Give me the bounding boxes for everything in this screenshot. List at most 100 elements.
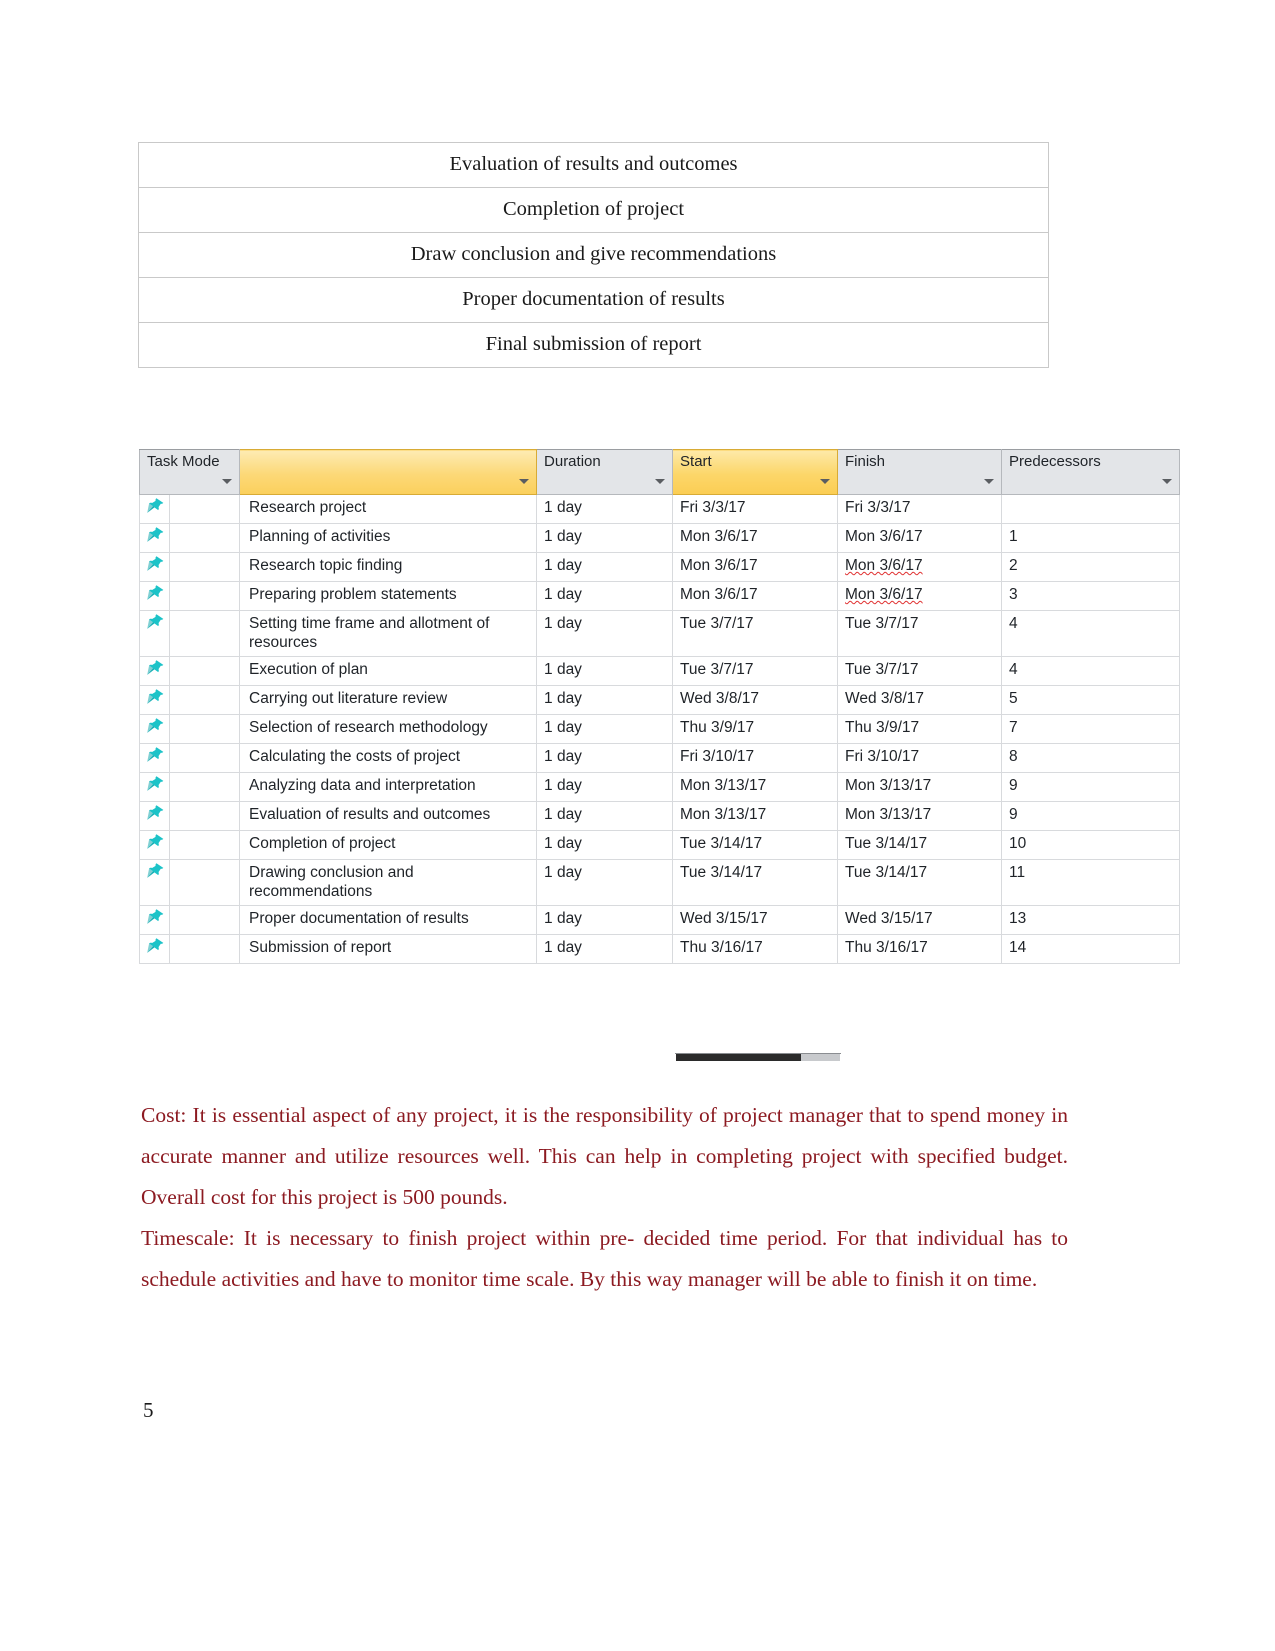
column-header-task-mode[interactable]: Task Mode [138, 449, 241, 495]
task-name-cell[interactable]: Execution of plan [239, 655, 538, 686]
task-mode-gutter[interactable] [168, 858, 241, 906]
task-name-cell[interactable]: Submission of report [239, 933, 538, 964]
task-mode-gutter[interactable] [168, 610, 241, 657]
task-mode-cell[interactable] [139, 771, 170, 802]
chevron-down-icon[interactable] [655, 479, 666, 484]
start-date-cell[interactable]: Wed 3/15/17 [672, 904, 839, 935]
predecessors-cell[interactable]: 5 [1001, 684, 1181, 715]
task-name-cell[interactable]: Research topic finding [239, 552, 538, 582]
predecessors-cell[interactable] [1001, 494, 1181, 524]
predecessors-cell[interactable]: 7 [1001, 713, 1181, 744]
task-mode-gutter[interactable] [168, 904, 241, 935]
table-row[interactable]: Proper documentation of results 1 day Wed … [139, 904, 1181, 935]
predecessors-cell[interactable]: 9 [1001, 771, 1181, 802]
table-row[interactable]: Submission of report 1 day Thu 3/16/17 Thu … [139, 933, 1181, 964]
task-name-cell[interactable]: Setting time frame and allotment of reso… [239, 610, 538, 657]
table-row[interactable]: Research project 1 day Fri 3/3/17 Fri 3/3/1… [139, 494, 1181, 524]
task-mode-cell[interactable] [139, 684, 170, 715]
duration-cell[interactable]: 1 day [536, 684, 674, 715]
column-header-finish[interactable]: Finish [837, 449, 1003, 495]
task-name-cell[interactable]: Proper documentation of results [239, 904, 538, 935]
table-row[interactable]: Analyzing data and interpretation 1 day Mo… [139, 771, 1181, 802]
start-date-cell[interactable]: Mon 3/13/17 [672, 800, 839, 831]
finish-date-cell[interactable]: Mon 3/6/17 [837, 581, 1003, 611]
task-mode-cell[interactable] [139, 581, 170, 611]
predecessors-cell[interactable]: 4 [1001, 610, 1181, 657]
duration-cell[interactable]: 1 day [536, 581, 674, 611]
task-mode-gutter[interactable] [168, 581, 241, 611]
predecessors-cell[interactable]: 13 [1001, 904, 1181, 935]
duration-cell[interactable]: 1 day [536, 771, 674, 802]
task-mode-cell[interactable] [139, 800, 170, 831]
scrollbar-thumb-secondary[interactable] [801, 1054, 840, 1061]
duration-cell[interactable]: 1 day [536, 552, 674, 582]
task-name-cell[interactable]: Drawing conclusion and recommendations [239, 858, 538, 906]
table-row[interactable]: Calculating the costs of project 1 day Fri… [139, 742, 1181, 773]
finish-date-cell[interactable]: Wed 3/15/17 [837, 904, 1003, 935]
duration-cell[interactable]: 1 day [536, 655, 674, 686]
task-mode-gutter[interactable] [168, 800, 241, 831]
task-mode-gutter[interactable] [168, 933, 241, 964]
column-header-start[interactable]: Start [672, 449, 839, 495]
finish-date-cell[interactable]: Mon 3/6/17 [837, 552, 1003, 582]
table-row[interactable]: Evaluation of results and outcomes 1 day M… [139, 800, 1181, 831]
predecessors-cell[interactable]: 3 [1001, 581, 1181, 611]
predecessors-cell[interactable]: 11 [1001, 858, 1181, 906]
chevron-down-icon[interactable] [222, 479, 233, 484]
task-mode-cell[interactable] [139, 655, 170, 686]
predecessors-cell[interactable]: 4 [1001, 655, 1181, 686]
duration-cell[interactable]: 1 day [536, 610, 674, 657]
predecessors-cell[interactable]: 9 [1001, 800, 1181, 831]
task-mode-cell[interactable] [139, 858, 170, 906]
predecessors-cell[interactable]: 10 [1001, 829, 1181, 860]
start-date-cell[interactable]: Thu 3/9/17 [672, 713, 839, 744]
task-mode-gutter[interactable] [168, 552, 241, 582]
duration-cell[interactable]: 1 day [536, 858, 674, 906]
finish-date-cell[interactable]: Fri 3/3/17 [837, 494, 1003, 524]
duration-cell[interactable]: 1 day [536, 829, 674, 860]
table-row[interactable]: Setting time frame and allotment of reso… [139, 610, 1181, 657]
task-mode-gutter[interactable] [168, 742, 241, 773]
table-row[interactable]: Execution of plan 1 day Tue 3/7/17 Tue 3/7/… [139, 655, 1181, 686]
duration-cell[interactable]: 1 day [536, 904, 674, 935]
finish-date-cell[interactable]: Tue 3/7/17 [837, 610, 1003, 657]
start-date-cell[interactable]: Mon 3/6/17 [672, 523, 839, 553]
duration-cell[interactable]: 1 day [536, 800, 674, 831]
task-mode-cell[interactable] [139, 742, 170, 773]
task-mode-cell[interactable] [139, 523, 170, 553]
scrollbar-thumb[interactable] [676, 1054, 801, 1061]
task-name-cell[interactable]: Completion of project [239, 829, 538, 860]
table-row[interactable]: Selection of research methodology 1 day Th… [139, 713, 1181, 744]
task-mode-cell[interactable] [139, 933, 170, 964]
finish-date-cell[interactable]: Mon 3/13/17 [837, 771, 1003, 802]
chevron-down-icon[interactable] [1162, 479, 1173, 484]
task-mode-gutter[interactable] [168, 771, 241, 802]
finish-date-cell[interactable]: Fri 3/10/17 [837, 742, 1003, 773]
task-mode-cell[interactable] [139, 829, 170, 860]
table-row[interactable]: Planning of activities 1 day Mon 3/6/17 Mon… [139, 523, 1181, 553]
task-mode-cell[interactable] [139, 713, 170, 744]
predecessors-cell[interactable]: 14 [1001, 933, 1181, 964]
start-date-cell[interactable]: Wed 3/8/17 [672, 684, 839, 715]
finish-date-cell[interactable]: Thu 3/9/17 [837, 713, 1003, 744]
duration-cell[interactable]: 1 day [536, 713, 674, 744]
task-name-cell[interactable]: Research project [239, 494, 538, 524]
duration-cell[interactable]: 1 day [536, 742, 674, 773]
predecessors-cell[interactable]: 1 [1001, 523, 1181, 553]
duration-cell[interactable]: 1 day [536, 933, 674, 964]
task-mode-gutter[interactable] [168, 684, 241, 715]
table-row[interactable]: Completion of project 1 day Tue 3/14/17 Tue… [139, 829, 1181, 860]
predecessors-cell[interactable]: 8 [1001, 742, 1181, 773]
start-date-cell[interactable]: Mon 3/13/17 [672, 771, 839, 802]
task-mode-gutter[interactable] [168, 655, 241, 686]
task-name-cell[interactable]: Analyzing data and interpretation [239, 771, 538, 802]
task-name-cell[interactable]: Preparing problem statements [239, 581, 538, 611]
start-date-cell[interactable]: Tue 3/14/17 [672, 858, 839, 906]
task-mode-cell[interactable] [139, 494, 170, 524]
chevron-down-icon[interactable] [984, 479, 995, 484]
finish-date-cell[interactable]: Mon 3/13/17 [837, 800, 1003, 831]
finish-date-cell[interactable]: Mon 3/6/17 [837, 523, 1003, 553]
start-date-cell[interactable]: Tue 3/14/17 [672, 829, 839, 860]
table-row[interactable]: Preparing problem statements 1 day Mon 3/6… [139, 581, 1181, 611]
start-date-cell[interactable]: Fri 3/10/17 [672, 742, 839, 773]
